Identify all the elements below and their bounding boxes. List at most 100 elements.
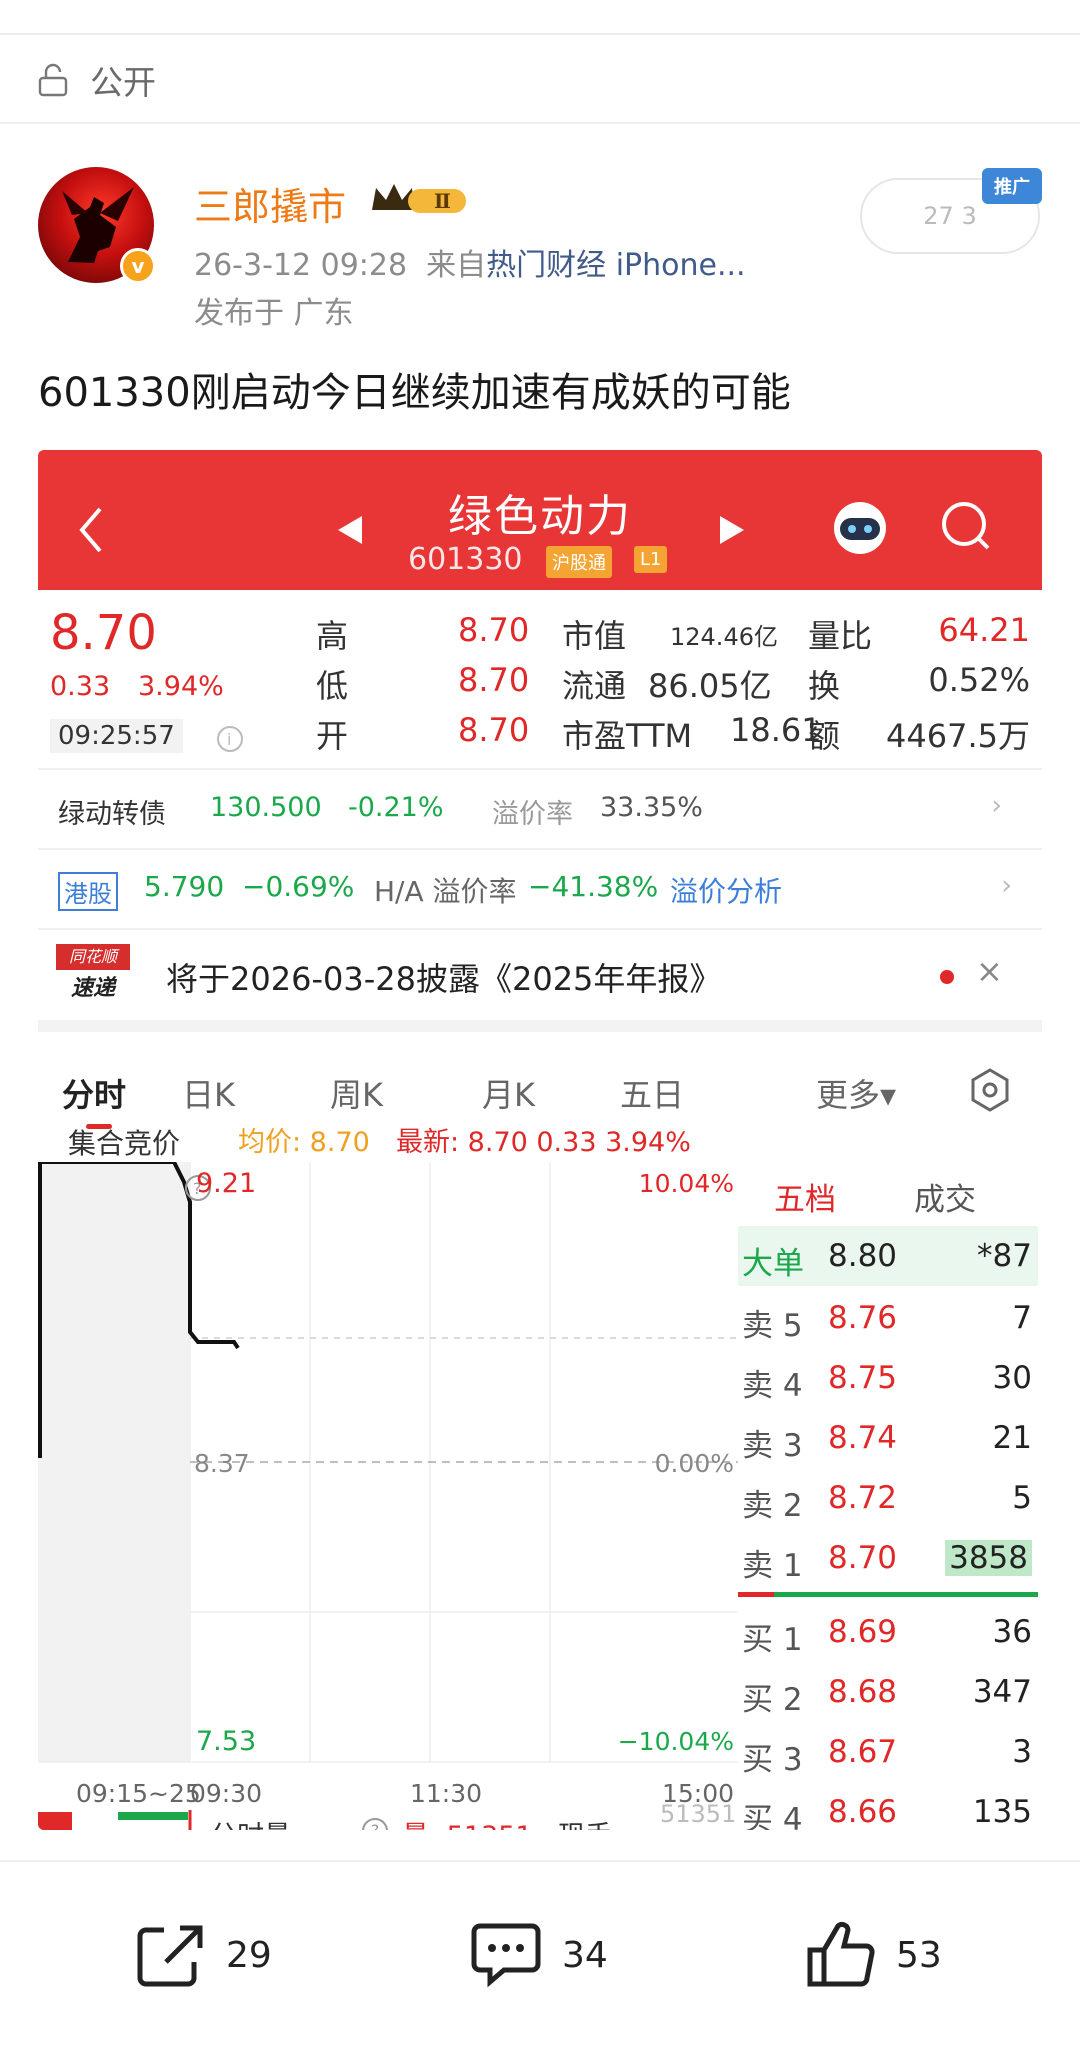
ask-row: 卖 2 8.72 5 xyxy=(738,1468,1038,1528)
visibility-row[interactable]: 公开 xyxy=(36,55,156,105)
post-location: 发布于 广东 xyxy=(194,296,354,331)
stock-code: 601330 xyxy=(408,542,523,577)
search-icon[interactable] xyxy=(938,498,994,554)
volume-ghost-value: 51351 xyxy=(660,1800,737,1828)
bid-qty: 36 xyxy=(992,1614,1032,1650)
pct-top-label: 10.04% xyxy=(639,1169,734,1198)
tab-intraday[interactable]: 分时 xyxy=(62,1070,126,1116)
volume-bar xyxy=(118,1812,188,1820)
red-dot-indicator xyxy=(940,970,954,984)
thumbs-up-icon xyxy=(807,1921,875,1987)
comment-count: 34 xyxy=(562,1934,608,1976)
author-name[interactable]: 三郎撬市 xyxy=(194,176,346,231)
bid-qty: 347 xyxy=(972,1674,1032,1710)
x-label-open: 09:30 xyxy=(190,1779,262,1808)
ask-label: 卖 5 xyxy=(742,1308,803,1344)
share-count: 29 xyxy=(226,1934,272,1976)
like-button[interactable]: 53 xyxy=(806,1920,942,1990)
ask-price: 8.75 xyxy=(828,1360,898,1396)
divider xyxy=(0,122,1080,124)
logo-bottom-text: 速递 xyxy=(70,976,115,1001)
tab-five-day[interactable]: 五日 xyxy=(620,1070,684,1116)
robot-assistant-icon[interactable] xyxy=(828,494,892,558)
l1-tag: L1 xyxy=(634,546,668,573)
order-book: 五档 成交 大单 8.80 *87 卖 5 8.76 7 卖 4 8.75 30 卖 3… xyxy=(738,1160,1042,1830)
mktcap-label: 市值 xyxy=(562,617,627,655)
post-timestamp: 26-3-12 09:28 xyxy=(194,248,408,283)
share-button[interactable]: 29 xyxy=(136,1920,272,1990)
premium-value: 33.35% xyxy=(600,792,703,823)
next-stock-icon[interactable] xyxy=(718,514,748,546)
hk-share-row[interactable]: 港股 5.790 −0.69% H/A 溢价率 −41.38% 溢价分析 › xyxy=(38,850,1042,926)
info-icon[interactable]: i xyxy=(216,725,244,753)
bid-price: 8.66 xyxy=(828,1794,898,1830)
convertible-bond-row[interactable]: 绿动转债 130.500 -0.21% 溢价率 33.35% › xyxy=(38,770,1042,846)
verified-badge: v xyxy=(120,248,156,284)
ask-qty: 30 xyxy=(992,1360,1032,1396)
tab-daily-k[interactable]: 日K xyxy=(182,1070,235,1116)
open-label: 开 xyxy=(316,717,349,755)
post-text: 601330刚启动今日继续加速有成妖的可能 xyxy=(38,370,791,416)
price-change: 0.33 xyxy=(50,671,111,702)
bid-label: 买 4 xyxy=(742,1802,803,1830)
ha-premium-value: −41.38% xyxy=(528,870,659,903)
share-icon xyxy=(137,1925,203,1987)
logo-top-text: 同花顺 xyxy=(56,944,130,970)
ask-qty: 3858 xyxy=(945,1540,1032,1576)
tab-more[interactable]: 更多▾ xyxy=(816,1070,896,1116)
book-tabs: 五档 成交 xyxy=(738,1160,1038,1220)
bid-row: 买 3 8.67 3 xyxy=(738,1722,1038,1782)
tab-weekly-k[interactable]: 周K xyxy=(330,1070,383,1116)
auction-label: 集合竞价 xyxy=(68,1127,181,1160)
ask-qty: 21 xyxy=(992,1420,1032,1456)
amount-label: 额 xyxy=(808,717,841,755)
pct-mid-label: 0.00% xyxy=(655,1449,734,1478)
lock-icon xyxy=(38,63,68,97)
chevron-right-icon: › xyxy=(1001,870,1012,901)
volume-bar xyxy=(38,1812,72,1830)
level-badge-text: Ⅱ xyxy=(434,189,451,213)
high-value: 8.70 xyxy=(458,611,530,649)
pct-bot-label: −10.04% xyxy=(618,1727,734,1756)
ask-row: 卖 1 8.70 3858 xyxy=(738,1528,1038,1588)
ask-qty: 7 xyxy=(1012,1300,1032,1336)
amount-value: 4467.5万 xyxy=(886,717,1030,755)
x-label-auction: 09:15~25 xyxy=(76,1779,201,1808)
notice-text: 将于2026-03-28披露《2025年年报》 xyxy=(166,960,722,998)
shanghai-connect-tag: 沪股通 xyxy=(546,546,612,578)
stock-screenshot: 绿色动力 601330 沪股通 L1 8.70 0.33 3.94% 09:25… xyxy=(38,450,1042,1830)
ask-label: 卖 1 xyxy=(742,1548,803,1584)
price-change-pct: 3.94% xyxy=(138,671,224,702)
ha-analysis-link[interactable]: 溢价分析 xyxy=(670,870,782,910)
high-label: 高 xyxy=(316,617,349,655)
open-value: 8.70 xyxy=(458,711,530,749)
ask-price: 8.74 xyxy=(828,1420,898,1456)
volume-tab-label: 分时量 xyxy=(210,1821,291,1830)
notice-row[interactable]: 同花顺 速递 将于2026-03-28披露《2025年年报》 × xyxy=(38,930,1042,1020)
member-crown-icon: Ⅱ xyxy=(372,184,466,213)
hk-change: −0.69% xyxy=(242,870,355,903)
spread-bar-green xyxy=(774,1592,1038,1597)
source-link[interactable]: 热门财经 iPhone... xyxy=(486,248,745,283)
volume-tab[interactable]: 分时量 ▾ xyxy=(210,1814,313,1830)
bid-label: 买 3 xyxy=(742,1742,803,1778)
float-value: 86.05亿 xyxy=(648,667,772,705)
tab-monthly-k[interactable]: 月K xyxy=(482,1070,535,1116)
chart-settings-icon[interactable] xyxy=(968,1068,1012,1112)
ask-row: 卖 5 8.76 7 xyxy=(738,1288,1038,1348)
ask-price: 8.70 xyxy=(828,1540,898,1576)
tab-five-levels[interactable]: 五档 xyxy=(774,1174,836,1219)
big-order-row: 大单 8.80 *87 xyxy=(738,1226,1038,1286)
ths-logo: 同花顺 速递 xyxy=(56,944,130,1004)
quote-time: 09:25:57 xyxy=(50,719,183,753)
comment-button[interactable]: 34 xyxy=(470,1920,608,1990)
like-count: 53 xyxy=(896,1934,942,1976)
tab-trades[interactable]: 成交 xyxy=(914,1174,976,1219)
bid-row: 买 2 8.68 347 xyxy=(738,1662,1038,1722)
current-hand-label: 现手: xyxy=(558,1814,621,1830)
close-icon[interactable]: × xyxy=(976,952,1003,990)
bid-qty: 3 xyxy=(1012,1734,1032,1770)
big-order-label: 大单 xyxy=(742,1246,804,1282)
intraday-chart: ? 9.21 8.37 7.53 10.04% 0.00% −10.04% 09… xyxy=(38,1162,738,1830)
stock-header: 绿色动力 601330 沪股通 L1 xyxy=(38,450,1042,590)
